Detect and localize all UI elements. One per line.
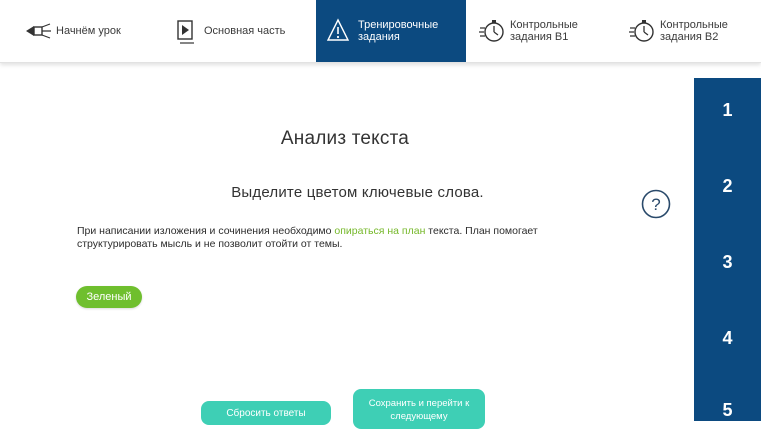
nav-item-label: Начнём урок [56,25,121,37]
nav-item-start-lesson[interactable]: Начнём урок [22,0,152,62]
stopwatch-icon [479,20,504,42]
task-instruction: Выделите цветом ключевые слова. [231,184,484,201]
task-number-2[interactable]: 2 [694,176,761,197]
page-title: Анализ текста [280,128,410,149]
green-color-button[interactable]: Зеленый [76,286,142,308]
top-navigation: Начнём урок Основная часть Тренировочные… [0,0,761,63]
nav-item-label: Контрольные задания В1 [510,19,578,43]
task-number-1[interactable]: 1 [694,100,761,121]
highlighted-keyword[interactable]: опираться на план [334,225,425,237]
nav-item-main-part[interactable]: Основная часть [170,0,310,62]
nav-item-control-b2[interactable]: Контрольные задания В2 [626,0,761,62]
help-icon[interactable]: ? [641,189,671,219]
triangle-warning-icon [326,18,350,41]
nav-item-control-b1[interactable]: Контрольные задания В1 [476,0,616,62]
svg-text:?: ? [651,195,660,214]
stopwatch-icon [629,20,654,42]
nav-item-label: Тренировочные задания [358,19,439,43]
task-number-4[interactable]: 4 [694,328,761,349]
flashlight-icon [26,23,51,39]
reset-answers-button[interactable]: Сбросить ответы [201,401,331,425]
task-number-5[interactable]: 5 [694,400,761,421]
task-number-3[interactable]: 3 [694,252,761,273]
nav-item-label: Контрольные задания В2 [660,19,728,43]
save-and-next-button[interactable]: Сохранить и перейти к следующему [353,389,485,429]
nav-item-training-tasks[interactable]: Тренировочные задания [316,0,466,62]
nav-item-label: Основная часть [204,25,286,37]
task-text[interactable]: При написании изложения и сочинения необ… [77,225,617,251]
text-segment[interactable]: При написании изложения и сочинения необ… [77,225,334,237]
task-number-sidebar: 1 2 3 4 5 [694,78,761,421]
play-icon [177,20,194,44]
